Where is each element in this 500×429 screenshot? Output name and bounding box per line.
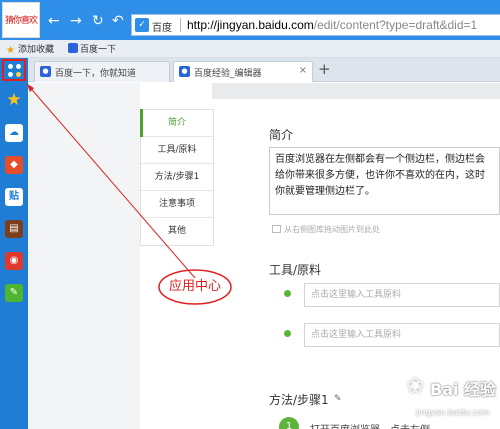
intro-textarea[interactable]: 百度浏览器在左侧都会有一个侧边栏，侧边栏会给你带来很多方便，也许你不喜欢的在内，… [269, 147, 500, 215]
back-icon[interactable]: ← [48, 14, 60, 28]
close-icon[interactable]: × [299, 65, 307, 76]
app-center-button[interactable] [2, 59, 26, 81]
baidu-paw-icon [68, 43, 78, 53]
tieba-icon[interactable]: 贴 [5, 188, 23, 206]
watermark-brand: Bai 经验 [430, 380, 497, 399]
browser-toolbar: 猜你喜欢 ← → ↻ ↶ ✓ 百度 http://jingyan.baidu.c… [0, 0, 500, 40]
tab-jingyan-editor[interactable]: ● 百度经验_编辑器 × [173, 61, 313, 82]
star-icon: ★ [6, 45, 15, 56]
page-header-band [212, 83, 500, 99]
notes-icon[interactable]: ✎ [5, 284, 23, 302]
image-drop-hint: 从右侧图库拖动图片到此处 [272, 224, 380, 235]
app-center-icon-dot [16, 72, 21, 77]
favorites-star-icon[interactable]: ★ [5, 91, 23, 109]
site-label: 百度 [152, 23, 172, 34]
section-nav-tools[interactable]: 工具/原料 [141, 137, 213, 164]
section-nav-intro[interactable]: 简介 [140, 109, 213, 137]
bookmark-label: 百度一下 [80, 45, 117, 55]
step-number-badge: 1 [279, 417, 299, 429]
section-nav-other[interactable]: 其他 [141, 218, 213, 245]
left-sidebar: ★ ☁ ◆ 贴 ▤ ◉ ✎ [0, 58, 28, 429]
refresh-icon[interactable]: ↻ [92, 14, 104, 28]
hint-text: 从右侧图库拖动图片到此处 [284, 225, 380, 234]
page-gutter [28, 83, 140, 429]
annotation-label: 应用中心 [168, 279, 221, 294]
cloud-sync-icon[interactable]: ☁ [5, 124, 23, 142]
tool-input-2[interactable] [304, 323, 500, 347]
tool-input-1[interactable] [304, 283, 500, 307]
address-divider [180, 18, 181, 32]
baidu-jingyan-watermark: ❀ Bai 经验 jingyan.baidu.com [406, 374, 500, 429]
bookmark-baidu[interactable]: 百度一下 [68, 42, 116, 55]
url-text[interactable]: http://jingyan.baidu.com/edit/content?ty… [187, 18, 477, 32]
baidu-paw-icon: ❀ [406, 374, 425, 399]
user-avatar[interactable]: 猜你喜欢 [2, 2, 40, 38]
url-host: http://jingyan.baidu.com [187, 18, 314, 32]
weibo-icon[interactable]: ◉ [5, 252, 23, 270]
bookmark-label: 添加收藏 [18, 45, 55, 55]
intro-title: 简介 [269, 128, 294, 142]
tools-title: 工具/原料 [269, 263, 322, 277]
watermark-url: jingyan.baidu.com [416, 408, 490, 417]
section-nav-notes[interactable]: 注意事项 [141, 191, 213, 218]
book-icon[interactable]: ▤ [5, 220, 23, 238]
new-tab-button[interactable]: + [318, 61, 331, 77]
forward-icon[interactable]: → [70, 14, 82, 28]
edit-pencil-icon[interactable]: ✎ [334, 394, 342, 404]
url-path: /edit/content?type=draft&did=1 [313, 18, 478, 32]
avatar-text: 猜你喜欢 [5, 16, 38, 26]
section-nav-steps[interactable]: 方法/步骤1 [141, 164, 213, 191]
baidu-favicon-icon: ● [40, 66, 51, 77]
bullet-icon [284, 290, 291, 297]
bullet-icon [284, 330, 291, 337]
app-center-icon-dot [8, 72, 13, 77]
undo-icon[interactable]: ↶ [112, 14, 124, 28]
app-center-icon-dot [16, 64, 21, 69]
tab-label: 百度经验_编辑器 [194, 69, 262, 79]
tab-label: 百度一下，你就知道 [55, 69, 137, 79]
section-nav: 简介 工具/原料 方法/步骤1 注意事项 其他 [140, 109, 214, 246]
tab-bar: ● 百度一下，你就知道 ● 百度经验_编辑器 × + [28, 58, 500, 82]
image-icon [272, 225, 281, 233]
game-icon[interactable]: ◆ [5, 156, 23, 174]
address-bar[interactable]: ✓ 百度 http://jingyan.baidu.com/edit/conte… [131, 14, 500, 36]
shield-icon: ✓ [135, 18, 149, 32]
bookmarks-bar: ★ 添加收藏 百度一下 [0, 40, 500, 58]
steps-title: 方法/步骤1 [269, 393, 329, 407]
baidu-favicon-icon: ● [179, 66, 190, 77]
bookmark-add-favorite[interactable]: ★ 添加收藏 [6, 42, 54, 56]
app-center-icon [8, 64, 13, 69]
tab-baidu-home[interactable]: ● 百度一下，你就知道 [34, 61, 170, 82]
